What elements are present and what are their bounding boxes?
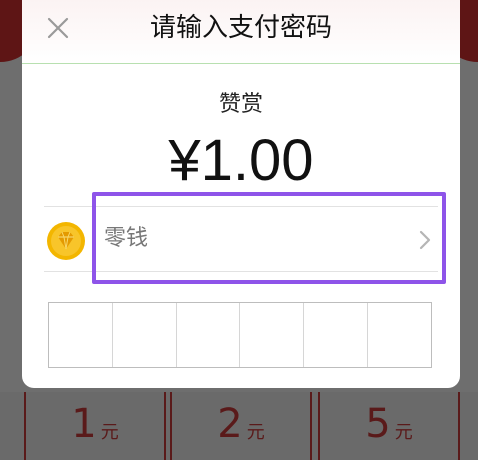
amount-option-number: 5 <box>365 401 391 447</box>
amount-option-unit: 元 <box>100 422 119 443</box>
payment-method-label: 零钱 <box>104 226 149 251</box>
password-digit-cell <box>240 303 305 367</box>
dialog-header: 请输入支付密码 <box>22 0 460 64</box>
reward-label: 赞赏 <box>218 92 263 117</box>
password-input[interactable] <box>48 302 432 368</box>
password-digit-cell <box>113 303 177 367</box>
payment-password-dialog: 请输入支付密码 赞赏 ¥1.00 零钱 <box>22 0 460 388</box>
password-digit-cell <box>177 303 241 367</box>
amount-option-unit: 元 <box>394 422 413 443</box>
amount-option-unit: 元 <box>246 422 265 443</box>
coin-diamond-icon <box>47 222 85 260</box>
amount-option-1: 1 元 <box>24 392 166 460</box>
amount-option-2: 2 元 <box>170 392 312 460</box>
dialog-title: 请输入支付密码 <box>149 13 332 43</box>
amount-option-number: 1 <box>71 401 97 447</box>
payment-method-selector[interactable]: 零钱 <box>44 206 438 272</box>
password-digit-cell <box>368 303 431 367</box>
chevron-right-icon <box>419 230 431 250</box>
password-digit-cell <box>49 303 113 367</box>
payment-amount: ¥1.00 <box>168 128 314 193</box>
amount-option-5: 5 元 <box>318 392 460 460</box>
amount-option-number: 2 <box>217 401 243 447</box>
password-digit-cell <box>304 303 369 367</box>
